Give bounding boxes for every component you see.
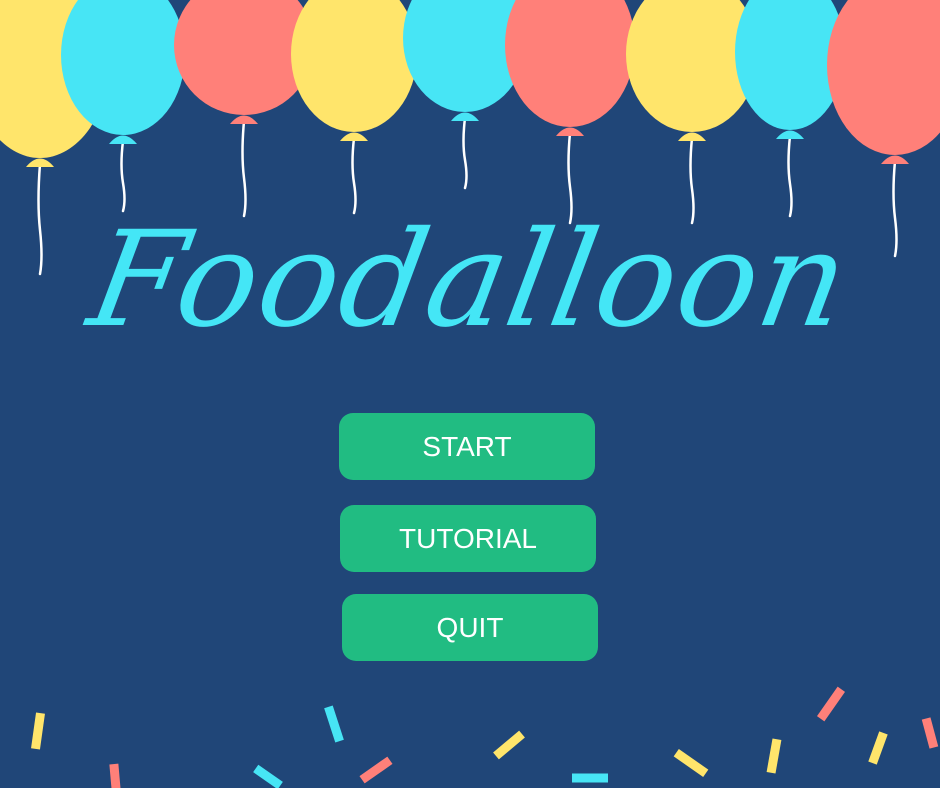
start-button[interactable]: START bbox=[339, 413, 595, 480]
balloon-knot bbox=[881, 155, 909, 164]
balloon-knot bbox=[678, 132, 706, 141]
quit-button[interactable]: QUIT bbox=[342, 594, 598, 661]
balloon-knot bbox=[776, 130, 804, 139]
balloon-knot bbox=[556, 127, 584, 136]
game-title: Foodalloon bbox=[78, 203, 862, 357]
tutorial-button[interactable]: TUTORIAL bbox=[340, 505, 596, 572]
balloon-knot bbox=[26, 158, 54, 167]
confetti-piece bbox=[324, 705, 344, 743]
confetti-piece bbox=[572, 773, 608, 783]
confetti-piece bbox=[31, 712, 45, 750]
balloon-body bbox=[505, 0, 635, 127]
balloon-icon bbox=[174, 0, 314, 218]
balloon-icon bbox=[61, 0, 185, 213]
decor-layer bbox=[0, 0, 940, 788]
balloon-knot bbox=[230, 115, 258, 124]
tutorial-button-label: TUTORIAL bbox=[399, 522, 537, 554]
balloon-icon bbox=[735, 0, 845, 218]
confetti-piece bbox=[109, 763, 121, 788]
balloon-string bbox=[120, 139, 126, 213]
balloon-string bbox=[351, 136, 357, 215]
balloon-icon bbox=[505, 0, 635, 225]
confetti-piece bbox=[253, 764, 283, 788]
confetti-piece bbox=[921, 717, 939, 749]
confetti-piece bbox=[673, 748, 709, 778]
quit-button-label: QUIT bbox=[436, 611, 504, 643]
balloon-body bbox=[827, 0, 940, 155]
confetti-piece bbox=[868, 731, 888, 765]
balloon-knot bbox=[340, 132, 368, 141]
confetti-piece bbox=[766, 738, 782, 774]
confetti-piece bbox=[493, 730, 525, 760]
start-button-label: START bbox=[422, 430, 512, 462]
balloon-string bbox=[462, 116, 468, 190]
balloon-string bbox=[241, 119, 247, 218]
balloon-body bbox=[291, 0, 417, 132]
confetti bbox=[31, 686, 939, 788]
balloon-knot bbox=[451, 112, 479, 121]
confetti-piece bbox=[816, 686, 846, 722]
balloon-knot bbox=[109, 135, 137, 144]
balloon-icon bbox=[291, 0, 417, 215]
confetti-piece bbox=[359, 756, 393, 784]
